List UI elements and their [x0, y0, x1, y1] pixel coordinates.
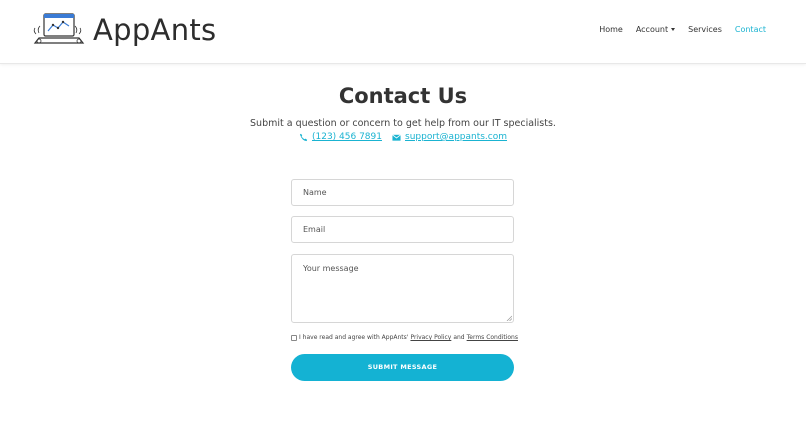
nav-home[interactable]: Home	[599, 25, 623, 34]
page-subtitle: Submit a question or concern to get help…	[250, 118, 556, 129]
name-input[interactable]: Name	[291, 179, 514, 206]
chevron-down-icon	[671, 28, 676, 31]
phone-number: (123) 456 7891	[311, 132, 382, 142]
message-textarea[interactable]: Your message	[291, 254, 514, 323]
nav-account[interactable]: Account	[635, 25, 676, 34]
phone-link[interactable]: (123) 456 7891	[299, 132, 382, 142]
email-link[interactable]: support@appants.com	[392, 132, 507, 142]
main-nav: Home Account Services Contact	[586, 25, 766, 34]
privacy-policy-link[interactable]: Privacy Policy	[410, 334, 451, 341]
brand-link[interactable]: AppAnts	[33, 12, 216, 48]
nav-contact[interactable]: Contact	[735, 25, 766, 34]
agree-checkbox[interactable]	[291, 334, 297, 341]
nav-account-label: Account	[635, 25, 669, 34]
email-field[interactable]: Email	[291, 216, 514, 243]
page-title: Contact Us	[338, 84, 468, 108]
phone-icon	[299, 133, 308, 141]
resize-handle-icon[interactable]	[506, 315, 512, 321]
envelope-icon	[392, 133, 401, 141]
email-address: support@appants.com	[405, 132, 508, 142]
agree-row: I have read and agree with AppAnts' Priv…	[291, 334, 518, 341]
submit-button[interactable]: SUBMIT MESSAGE	[291, 354, 514, 381]
nav-services[interactable]: Services	[688, 25, 722, 34]
agree-text: I have read and agree with AppAnts'	[299, 334, 409, 341]
laptop-chart-icon	[33, 13, 85, 44]
site-header: AppAnts Home Account Services Contact	[0, 0, 806, 64]
contact-info: (123) 456 7891 support@appants.com	[0, 132, 806, 142]
agree-and-text: and	[453, 334, 465, 341]
brand-name: AppAnts	[93, 13, 217, 47]
message-placeholder: Your message	[303, 264, 359, 273]
terms-conditions-link[interactable]: Terms Conditions	[467, 334, 518, 341]
